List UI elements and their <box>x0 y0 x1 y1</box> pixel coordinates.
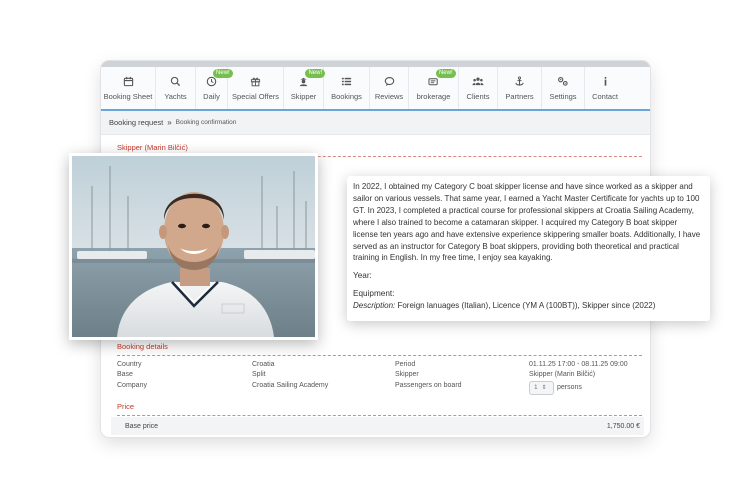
search-icon <box>170 76 181 88</box>
skipper-label: Skipper <box>395 371 419 378</box>
skipper-portrait-image <box>72 156 315 337</box>
year-label: Year: <box>353 271 372 281</box>
company-value: Croatia Sailing Academy <box>252 382 329 389</box>
passengers-count: 1 <box>534 384 538 391</box>
breadcrumb-separator: » <box>167 118 172 127</box>
nav-label: Bookings <box>331 91 362 101</box>
list-icon <box>341 76 352 88</box>
base-price-value: 1,750.00 € <box>606 422 640 430</box>
nav-label: brokerage <box>416 91 451 101</box>
nav-settings[interactable]: Settings <box>542 67 585 109</box>
period-value: 01.11.25 17:00 - 08.11.25 09:00 <box>529 361 628 368</box>
new-badge: New! <box>305 69 326 78</box>
skipper-value: Skipper (Marin Bilčić) <box>529 371 596 378</box>
base-price-row: Base price 1,750.00 € <box>111 417 644 435</box>
nav-bookings[interactable]: Bookings <box>324 67 370 109</box>
nav-label: Partners <box>505 91 534 101</box>
divider <box>117 355 642 356</box>
price-title: Price <box>117 402 135 411</box>
nav-reviews[interactable]: Reviews <box>370 67 409 109</box>
skipper-heading: Skipper (Marin Bilčić) <box>117 143 188 152</box>
breadcrumb: Booking request » Booking confirmation <box>101 111 650 135</box>
country-value: Croatia <box>252 361 275 368</box>
nav-clients[interactable]: Clients <box>459 67 498 109</box>
nav-label: Contact <box>592 91 618 101</box>
nav-label: Reviews <box>374 91 404 101</box>
skipper-bio-popup: In 2022, I obtained my Category C boat s… <box>347 176 710 321</box>
users-icon <box>472 76 484 88</box>
passengers-label: Passengers on board <box>395 382 462 389</box>
description-value: Foreign lanuages (Italian), Licence (YM … <box>395 301 656 311</box>
new-badge: New! <box>435 69 456 78</box>
breadcrumb-current: Booking confirmation <box>175 119 237 126</box>
nav-yachts[interactable]: Yachts <box>156 67 196 109</box>
nav-daily[interactable]: New! Daily <box>196 67 233 109</box>
nav-special-offers[interactable]: Special Offers <box>228 67 284 109</box>
nav-brokerage[interactable]: New! brokerage <box>409 67 459 109</box>
skipper-photo <box>69 153 318 340</box>
period-label: Period <box>395 361 416 368</box>
info-icon <box>600 76 611 88</box>
equipment-description: Description: Foreign lanuages (Italian),… <box>353 300 704 312</box>
nav-label: Settings <box>549 91 577 101</box>
nav-contact[interactable]: Contact <box>585 67 625 109</box>
base-value: Split <box>252 371 266 378</box>
company-label: Company <box>117 382 147 389</box>
base-label: Base <box>117 371 133 378</box>
nav-label: Daily <box>203 91 220 101</box>
gears-icon <box>557 76 569 88</box>
nav-partners[interactable]: Partners <box>498 67 542 109</box>
divider <box>117 415 642 416</box>
stepper-arrows-icon: ⇕ <box>541 385 547 391</box>
calendar-icon <box>123 76 134 88</box>
booking-details-title: Booking details <box>117 342 168 351</box>
equipment-label: Equipment: <box>353 289 395 299</box>
gift-icon <box>250 76 261 88</box>
base-price-label: Base price <box>125 422 159 430</box>
nav-label: Special Offers <box>232 91 279 101</box>
main-nav: Booking Sheet Yachts New! Daily Special <box>101 67 650 111</box>
nav-label: Clients <box>466 91 490 101</box>
country-label: Country <box>117 361 142 368</box>
description-label: Description: <box>353 301 396 311</box>
speech-bubble-icon <box>384 76 395 88</box>
breadcrumb-booking-request[interactable]: Booking request <box>109 118 163 127</box>
nav-booking-sheet[interactable]: Booking Sheet <box>101 67 156 109</box>
passengers-unit: persons <box>557 384 582 391</box>
anchor-icon <box>514 75 525 88</box>
nav-label: Skipper <box>290 91 317 101</box>
nav-label: Booking Sheet <box>103 91 153 101</box>
stage: Booking Sheet Yachts New! Daily Special <box>0 0 750 500</box>
nav-label: Yachts <box>164 91 187 101</box>
skipper-bio-text: In 2022, I obtained my Category C boat s… <box>353 182 701 263</box>
nav-skipper[interactable]: New! Skipper <box>284 67 326 109</box>
passengers-stepper[interactable]: 1 ⇕ <box>529 381 554 395</box>
